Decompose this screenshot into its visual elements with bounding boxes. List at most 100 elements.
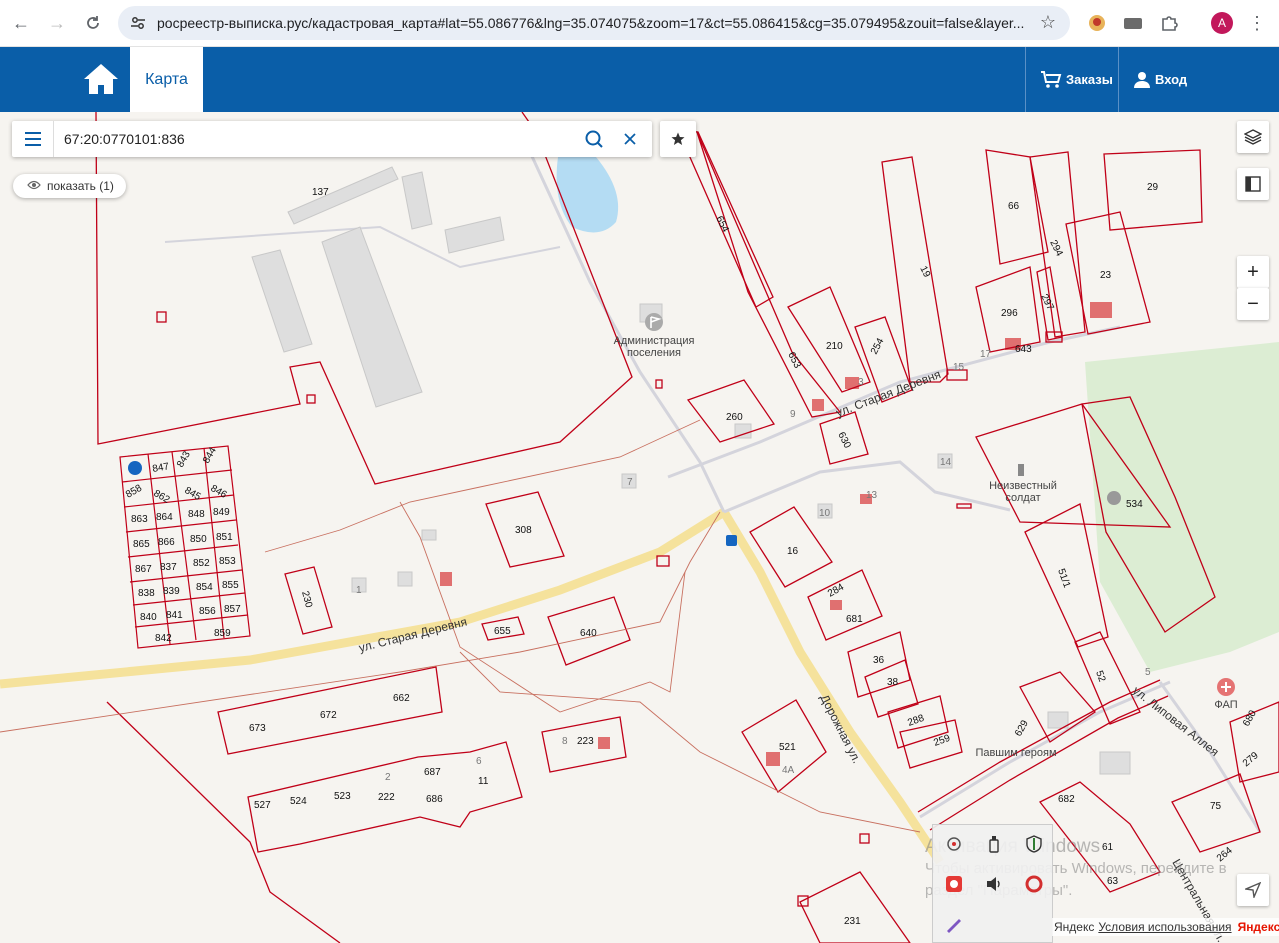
clear-icon[interactable] <box>620 129 640 149</box>
address-bar[interactable]: росреестр-выписка.рус/кадастровая_карта#… <box>118 6 1070 40</box>
parcel-label: 137 <box>312 187 329 198</box>
parcel-label: 527 <box>254 800 271 811</box>
parcel-label: 534 <box>1126 499 1143 510</box>
ruler-button[interactable] <box>1237 168 1269 200</box>
site-settings-icon[interactable] <box>129 14 147 32</box>
parcel-label: 523 <box>334 791 351 802</box>
church-icon <box>1107 491 1121 505</box>
parcel-label: 865 <box>133 539 150 550</box>
monument-poi[interactable]: Неизвестный солдат <box>989 464 1057 504</box>
show-results-label: показать (1) <box>47 179 114 193</box>
navigation-arrow-icon <box>1245 882 1261 898</box>
zoom-in-button[interactable]: + <box>1237 256 1269 288</box>
parcel-label: 15 <box>953 362 965 373</box>
layers-button[interactable] <box>1237 121 1269 153</box>
parcel-label: 14 <box>940 457 952 468</box>
eye-icon <box>27 179 41 193</box>
parcel-label: 5 <box>1145 667 1151 678</box>
parcel-label: 10 <box>819 508 831 519</box>
cadastral-number-input[interactable] <box>64 127 574 151</box>
pen-icon[interactable] <box>943 913 965 935</box>
parcel-label: 858 <box>124 483 144 501</box>
parcel-label: 850 <box>190 534 207 545</box>
parcel-label: 308 <box>515 525 532 536</box>
poi-label: солдат <box>1005 492 1040 504</box>
floating-tool-panel <box>932 824 1053 943</box>
sync-icon[interactable] <box>943 833 965 855</box>
cadastral-search-bar <box>12 121 652 157</box>
star-icon <box>671 132 685 145</box>
login-button[interactable]: Вход <box>1133 47 1187 112</box>
orders-button[interactable]: Заказы <box>1040 47 1113 112</box>
zoom-out-button[interactable]: − <box>1237 288 1269 320</box>
bus-stop-icon <box>726 535 737 546</box>
reload-icon[interactable] <box>80 10 106 36</box>
parcel-label: 841 <box>166 610 183 621</box>
extension-folder-icon[interactable] <box>1122 12 1144 34</box>
map-canvas: 137 654 210 254 19 66 294 29 23 296 297 … <box>0 112 1279 943</box>
menu-icon[interactable] <box>12 121 54 157</box>
parcel-label: 297 <box>1038 292 1056 312</box>
parcel-label: 23 <box>1100 270 1112 281</box>
browser-menu-icon[interactable]: ⋮ <box>1246 12 1268 34</box>
parcel-label: 11 <box>478 776 489 787</box>
parcel-label: 687 <box>424 767 441 778</box>
parcel-label: 279 <box>1241 750 1261 769</box>
parcel-label: 52 <box>1093 669 1107 684</box>
poi-label: Администрация <box>614 335 695 347</box>
cart-icon <box>1041 70 1062 88</box>
back-icon[interactable]: ← <box>8 10 34 36</box>
parcel-label: 1 <box>356 585 362 596</box>
administration-poi[interactable]: Администрация поселения <box>614 313 695 359</box>
opera-icon[interactable] <box>1023 873 1045 895</box>
profile-avatar[interactable]: A <box>1211 12 1233 34</box>
parcel-label: 867 <box>135 564 152 575</box>
parcel-label: 864 <box>156 512 173 523</box>
parcel-label: 210 <box>826 341 843 352</box>
site-header: Карта Заказы Вход <box>0 47 1279 112</box>
street-label: Дорожная ул. <box>817 692 864 766</box>
bookmark-star-icon[interactable]: ☆ <box>1040 12 1056 33</box>
usb-icon[interactable] <box>983 833 1005 855</box>
parcel-label: 8 <box>562 736 568 747</box>
show-results-button[interactable]: показать (1) <box>13 174 126 198</box>
parcel-label: 846 <box>209 483 229 501</box>
tab-map[interactable]: Карта <box>130 47 203 112</box>
antivirus-icon[interactable] <box>943 873 965 895</box>
yandex-logo: Яндекс <box>1237 920 1279 934</box>
parcel-label: 38 <box>887 677 899 688</box>
parcel-label: 230 <box>299 590 314 609</box>
parcel-label: 673 <box>249 723 266 734</box>
search-icon[interactable] <box>584 129 604 149</box>
extension-icon[interactable] <box>1086 12 1108 34</box>
poi-label: Неизвестный <box>989 480 1057 492</box>
favorites-button[interactable] <box>660 121 696 157</box>
geolocation-button[interactable] <box>1237 874 1269 906</box>
speaker-icon[interactable] <box>983 873 1005 895</box>
parcel-label: 655 <box>494 626 511 637</box>
layers-icon <box>1244 129 1262 145</box>
forward-icon[interactable]: → <box>44 10 70 36</box>
parcel-label: 524 <box>290 796 307 807</box>
user-icon <box>1134 71 1150 88</box>
terms-of-use-link[interactable]: Условия использования <box>1098 920 1231 934</box>
parcel-label: 7 <box>627 477 633 488</box>
parcel-label: 682 <box>1058 794 1075 805</box>
parcel-label: 521 <box>779 742 796 753</box>
shield-icon[interactable] <box>1023 833 1045 855</box>
browser-toolbar: ← → росреестр-выписка.рус/кадастровая_ка… <box>0 0 1279 47</box>
parcel-label: 859 <box>214 628 231 639</box>
cadastral-map[interactable]: 137 654 210 254 19 66 294 29 23 296 297 … <box>0 112 1279 943</box>
extensions-puzzle-icon[interactable] <box>1158 12 1180 34</box>
parcel-label: 842 <box>155 633 172 644</box>
parcel-label: 284 <box>826 582 846 600</box>
url-text: росреестр-выписка.рус/кадастровая_карта#… <box>157 15 1025 31</box>
parcel-label: 851 <box>216 532 233 543</box>
parcel-label: 29 <box>1147 182 1159 193</box>
parcel-label: 849 <box>213 507 230 518</box>
street-label: ул. Старая Деревня <box>834 367 943 420</box>
parcel-label: 855 <box>222 580 239 591</box>
poi-label: поселения <box>627 347 681 359</box>
home-icon[interactable] <box>82 62 120 96</box>
parcel-label: 852 <box>193 558 210 569</box>
